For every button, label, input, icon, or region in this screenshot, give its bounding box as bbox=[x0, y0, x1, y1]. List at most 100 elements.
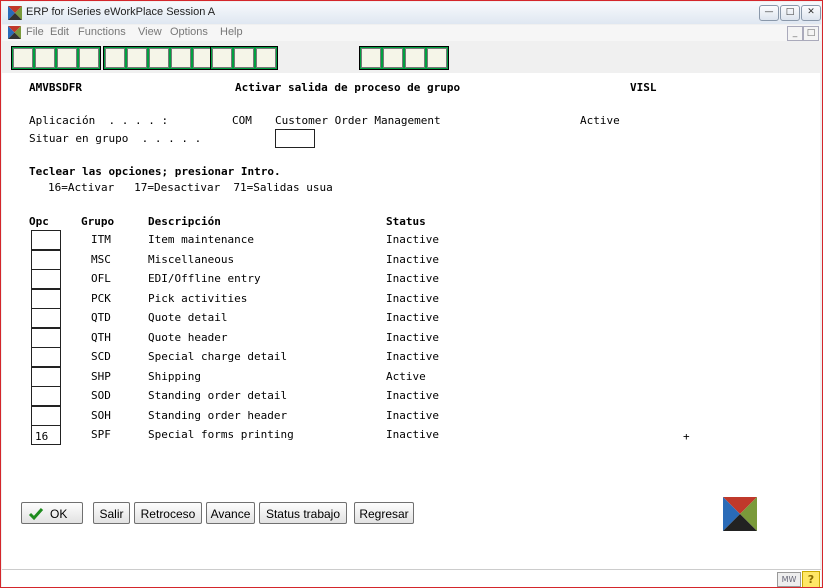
display-icon[interactable] bbox=[79, 48, 99, 68]
group-description: Item maintenance bbox=[148, 233, 254, 246]
keyboard-icon[interactable] bbox=[383, 48, 403, 68]
group-code: QTH bbox=[91, 331, 111, 344]
group-description: EDI/Offline entry bbox=[148, 272, 261, 285]
program-id: AMVBSDFR bbox=[29, 81, 82, 94]
group-code: SOH bbox=[91, 409, 111, 422]
status-bar: MW ? bbox=[2, 569, 821, 587]
connect-icon[interactable] bbox=[35, 48, 55, 68]
group-description: Miscellaneous bbox=[148, 253, 235, 266]
group-status: Inactive bbox=[386, 253, 439, 266]
group-description: Pick activities bbox=[148, 292, 248, 305]
retroceso-button[interactable]: Retroceso bbox=[134, 502, 202, 524]
terminal-screen: AMVBSDFR Activar salida de proceso de gr… bbox=[2, 73, 820, 569]
group-description: Special forms printing bbox=[148, 428, 294, 441]
info-icon[interactable] bbox=[13, 48, 33, 68]
group-code: SOD bbox=[91, 389, 111, 402]
copy-icon[interactable] bbox=[171, 48, 191, 68]
mdi-restore-icon[interactable]: □ bbox=[803, 26, 819, 41]
menu-help[interactable]: Help bbox=[220, 26, 243, 38]
group-code: OFL bbox=[91, 272, 111, 285]
option-input[interactable]: 16 bbox=[31, 425, 61, 445]
window-title: ERP for iSeries eWorkPlace Session A bbox=[26, 6, 216, 18]
column-grupo: Grupo bbox=[81, 215, 115, 228]
instructions-text: Teclear las opciones; presionar Intro. bbox=[29, 165, 281, 178]
group-status: Inactive bbox=[386, 272, 439, 285]
group-description: Quote detail bbox=[148, 311, 228, 324]
status-trabajo-button[interactable]: Status trabajo bbox=[259, 502, 347, 524]
option-input[interactable] bbox=[31, 406, 61, 426]
group-description: Quote header bbox=[148, 331, 228, 344]
option-input[interactable] bbox=[31, 386, 61, 406]
menu-view[interactable]: View bbox=[138, 26, 162, 38]
group-status: Inactive bbox=[386, 331, 439, 344]
document-icon[interactable] bbox=[8, 26, 21, 39]
application-name: Customer Order Management bbox=[275, 114, 441, 127]
option-input[interactable] bbox=[31, 347, 61, 367]
application-status: Active bbox=[580, 114, 620, 127]
group-code: SHP bbox=[91, 370, 111, 383]
cut-icon[interactable] bbox=[149, 48, 169, 68]
salir-button[interactable]: Salir bbox=[93, 502, 130, 524]
group-status: Active bbox=[386, 370, 426, 383]
ok-label: OK bbox=[50, 507, 68, 521]
group-status: Inactive bbox=[386, 409, 439, 422]
toolbar-group-edit bbox=[103, 46, 215, 70]
group-status: Inactive bbox=[386, 292, 439, 305]
option-input[interactable] bbox=[31, 230, 61, 250]
group-code: PCK bbox=[91, 292, 111, 305]
group-code: ITM bbox=[91, 233, 111, 246]
menu-bar: File Edit Functions View Options Help _ … bbox=[2, 25, 821, 41]
option-input[interactable] bbox=[31, 289, 61, 309]
menu-edit[interactable]: Edit bbox=[50, 26, 69, 38]
group-status: Inactive bbox=[386, 350, 439, 363]
group-code: MSC bbox=[91, 253, 111, 266]
group-description: Special charge detail bbox=[148, 350, 288, 363]
toolbar-group-tools bbox=[359, 46, 449, 70]
system-name: VISL bbox=[630, 81, 657, 94]
macro-3-icon[interactable] bbox=[256, 48, 276, 68]
mw-indicator: MW bbox=[777, 572, 801, 587]
maximize-icon[interactable]: □ bbox=[780, 5, 800, 21]
option-input[interactable] bbox=[31, 328, 61, 348]
position-group-input[interactable] bbox=[275, 129, 315, 148]
group-status: Inactive bbox=[386, 311, 439, 324]
avance-button[interactable]: Avance bbox=[206, 502, 255, 524]
help-icon[interactable] bbox=[427, 48, 447, 68]
close-icon[interactable]: ✕ bbox=[801, 5, 821, 21]
group-status: Inactive bbox=[386, 233, 439, 246]
option-input[interactable] bbox=[31, 367, 61, 387]
select-icon[interactable] bbox=[127, 48, 147, 68]
group-code: SPF bbox=[91, 428, 111, 441]
screen-heading: Activar salida de proceso de grupo bbox=[235, 81, 461, 94]
macro-1-icon[interactable] bbox=[212, 48, 232, 68]
undo-icon[interactable] bbox=[105, 48, 125, 68]
minimize-icon[interactable]: — bbox=[759, 5, 779, 21]
macro-2-icon[interactable] bbox=[234, 48, 254, 68]
menu-file[interactable]: File bbox=[26, 26, 44, 38]
ok-button[interactable]: OK bbox=[21, 502, 83, 524]
help-question-icon[interactable]: ? bbox=[802, 571, 820, 587]
mdi-minimize-icon[interactable]: _ bbox=[787, 26, 803, 41]
options-legend: 16=Activar 17=Desactivar 71=Salidas usua bbox=[48, 181, 333, 194]
group-description: Standing order header bbox=[148, 409, 288, 422]
column-descripcion: Descripción bbox=[148, 215, 221, 228]
eworkplace-logo-icon bbox=[723, 497, 757, 531]
send-icon[interactable] bbox=[405, 48, 425, 68]
option-input[interactable] bbox=[31, 269, 61, 289]
menu-functions[interactable]: Functions bbox=[78, 26, 126, 38]
option-input[interactable] bbox=[31, 308, 61, 328]
app-logo-icon bbox=[8, 6, 22, 20]
group-status: Inactive bbox=[386, 389, 439, 402]
regresar-button[interactable]: Regresar bbox=[354, 502, 414, 524]
check-icon bbox=[28, 508, 44, 521]
column-status: Status bbox=[386, 215, 426, 228]
settings-icon[interactable] bbox=[361, 48, 381, 68]
group-status: Inactive bbox=[386, 428, 439, 441]
screen-icon[interactable] bbox=[57, 48, 77, 68]
title-bar: ERP for iSeries eWorkPlace Session A — □… bbox=[2, 2, 821, 24]
toolbar-group-session bbox=[11, 46, 101, 70]
option-input[interactable] bbox=[31, 250, 61, 270]
group-description: Standing order detail bbox=[148, 389, 288, 402]
menu-options[interactable]: Options bbox=[170, 26, 208, 38]
app-window: ERP for iSeries eWorkPlace Session A — □… bbox=[0, 0, 823, 588]
